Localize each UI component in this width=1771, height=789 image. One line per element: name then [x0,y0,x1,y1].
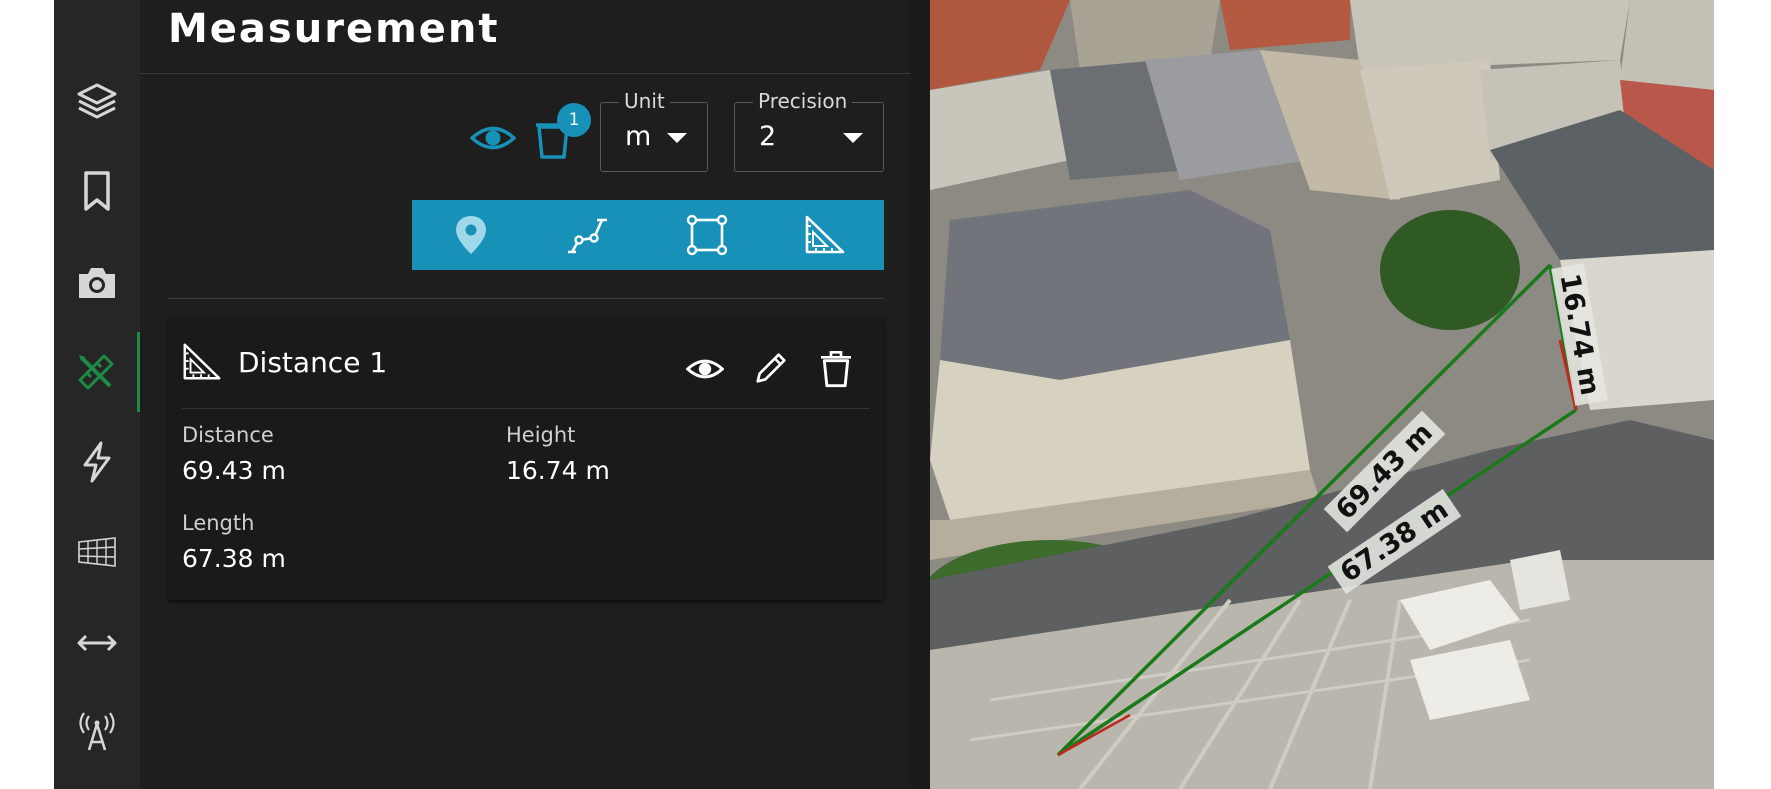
rail-item-bookmarks[interactable] [54,151,140,231]
precision-select[interactable]: Precision 2 [734,89,884,172]
grid-icon [78,537,116,567]
height-value: 16.74 m [506,456,610,485]
unit-select[interactable]: Unit m [600,89,708,172]
delete-measurement-button[interactable] [818,348,854,390]
toggle-visibility-button[interactable] [686,350,724,388]
point-tool-button[interactable] [412,200,530,270]
layers-icon [77,83,117,119]
antenna-icon [79,712,115,751]
measurement-count-badge: 1 [557,103,591,137]
rail-item-compare[interactable] [54,603,140,683]
height-label: Height [506,423,576,447]
eye-icon [686,359,724,379]
polyline-tool-button[interactable] [530,200,648,270]
rail-item-measurement[interactable] [54,332,140,412]
divider [168,298,884,299]
measurement-card[interactable]: Distance 1 Distance 69.43 m Height 16.74… [168,318,884,600]
divider [182,408,870,409]
rail-item-layers[interactable] [54,61,140,141]
page-title: Measurement [168,6,500,52]
distance-measurement-icon [183,343,221,380]
precision-select-label: Precision [753,89,853,113]
length-value: 67.38 m [182,544,286,573]
pencil-icon [756,353,786,383]
measurement-toolbar [412,200,884,270]
distance-value: 69.43 m [182,456,286,485]
bookmark-icon [84,171,110,211]
measurement-panel: Measurement 1 Unit m Precision 2 Distanc… [140,0,910,789]
rail-item-analysis[interactable] [54,422,140,502]
lightning-icon [83,441,111,483]
map-viewport[interactable]: 69.43 m 67.38 m 16.74 m [930,0,1714,789]
distance-label: Distance [182,423,274,447]
rail-item-sensors[interactable] [54,692,140,772]
polyline-tool-icon [568,218,607,254]
edit-measurement-button[interactable] [752,348,790,388]
unit-select-value: m [625,121,652,152]
rail-item-camera[interactable] [54,242,140,322]
length-label: Length [182,511,255,535]
precision-select-value: 2 [759,121,777,152]
rail-item-grid[interactable] [54,512,140,592]
divider [140,73,910,74]
measure-tools-icon [78,354,113,390]
area-tool-icon [686,214,728,256]
point-tool-icon [456,216,486,254]
area-tool-button[interactable] [648,200,766,270]
trash-icon [821,351,851,388]
toggle-visibility-all-button[interactable] [470,115,516,161]
sidebar-rail [54,0,140,789]
chevron-down-icon [843,133,863,143]
distance-tool-button[interactable] [766,200,884,270]
arrows-horizontal-icon [77,634,117,652]
camera-icon [79,268,115,298]
measurement-name: Distance 1 [238,346,388,379]
eye-icon [470,126,516,150]
chevron-down-icon [667,133,687,143]
distance-tool-icon [805,215,845,254]
unit-select-label: Unit [619,89,670,113]
app-window: Measurement 1 Unit m Precision 2 Distanc… [54,0,1714,789]
